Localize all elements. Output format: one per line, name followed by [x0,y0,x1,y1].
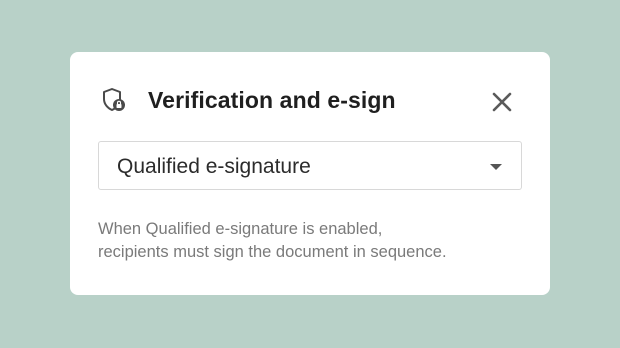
shield-lock-icon [103,88,125,111]
description-line: When Qualified e-signature is enabled, [98,220,383,238]
verification-dialog: Verification and e-sign Qualified e-sign… [70,52,550,295]
signature-type-select[interactable]: Qualified e-signature [98,141,522,190]
dialog-title: Verification and e-sign [148,87,396,113]
close-icon[interactable] [488,88,516,116]
select-value: Qualified e-signature [117,155,311,178]
caret-down-icon [490,164,502,170]
description-line: recipients must sign the document in seq… [98,243,447,261]
signature-description: When Qualified e-signature is enabled, r… [98,218,538,264]
